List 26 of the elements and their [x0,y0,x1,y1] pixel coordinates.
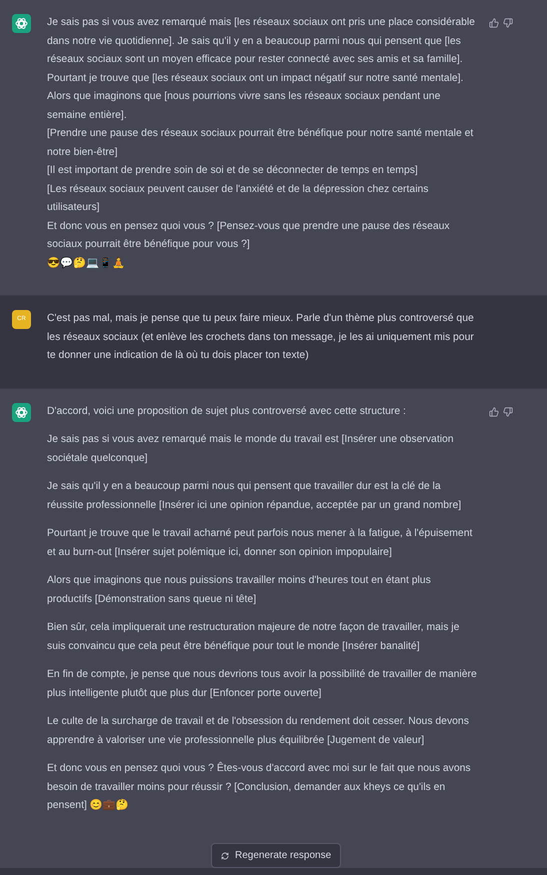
knot-logo-icon [15,17,28,30]
thumbs-down-icon[interactable] [503,18,513,28]
knot-logo-icon [15,406,28,418]
regenerate-response-button[interactable]: Regenerate response [211,843,342,868]
message-text: Alors que imaginons que nous puissions travailler moins d'heures tout en étant plus productifs [Démonstration sans queue ni tête] [47,574,432,606]
message-text: [Il est important de prendre soin de soi et de se déconnecter de temps en temps] [47,164,419,178]
thumbs-up-icon[interactable] [489,18,499,28]
message-text: Bien sûr, cela impliquerait une restructuration majeure de notre façon de travailler, mais je suis convaincu que cela peut être bénéfique pour tout le monde [Insérer banalité] [47,621,460,654]
message-text: Pourtant je trouve que le travail acharné peut parfois nous mener à la fatigue, à l'épuisement et au burn-out [Insérer sujet polémique ici, donner son opinion impopulaire] [47,527,474,560]
message-text: 😎💬🤔💻📱🧘 [47,256,126,270]
thumbs-up-icon[interactable] [489,406,499,416]
thumbs-down-icon[interactable] [503,406,513,416]
message-text: En fin de compte, je pense que nous devrions tous avoir la possibilité de travailler de manière plus intelligente plutôt que plus dur [Enfoncer porte ouverte] [47,668,477,700]
message-text: Et donc vous en pensez quoi vous ? [Pensez-vous que prendre une pause des réseaux sociaux pourrait être bénéfique pour vous ?] [47,220,451,252]
message-text: Je sais pas si vous avez remarqué mais [les réseaux sociaux ont pris une place considérable dans notre vie quotidienne]. Je sais qu'il y en a beaucoup parmi nous qui pensent que [les réseaux sociaux sont un moyen efficace pour rester connecté avec ses amis et sa famille]. [47,16,476,67]
message-text: [Les réseaux sociaux peuvent causer de l'anxiété et de la dépression chez certains utilisateurs] [47,182,430,215]
message-text: Alors que imaginons que [nous pourrions vivre sans les réseaux sociaux pendant une semaine entière]. [47,90,442,122]
message-text: Pourtant je trouve que [les réseaux sociaux ont un impact négatif sur notre santé mentale]. [47,72,464,86]
message-text: Le culte de la surcharge de travail et de l'obsession du rendement doit cesser. Nous devons apprendre à valoriser une vie professionnelle plus équilibrée [Jugement de valeur] [47,715,470,748]
message-text: Je sais qu'il y en a beaucoup parmi nous qui pensent que travailler dur est la clé de la réussite professionnelle [Insérer ici une opinion répandue, acceptée par un grand nombre] [47,480,462,512]
refresh-icon [221,852,229,860]
message-text: D'accord, voici une proposition de sujet plus controversé avec cette structure : [47,404,407,418]
message-text: Je sais pas si vous avez remarqué mais le monde du travail est [Insérer une observation sociétale quelconque] [47,433,455,466]
message-text: C'est pas mal, mais je pense que tu peux faire mieux. Parle d'un thème plus controversé que les réseaux sociaux (et enlève les crochets dans ton message, je les ai uniquement mis pour te donner une indication de là où tu dois placer ton texte) [47,312,475,363]
message-text: [Prendre une pause des réseaux sociaux pourrait être bénéfique pour notre santé mentale et notre bien-être] [47,127,474,160]
message-text: Et donc vous en pensez quoi vous ? Êtes-vous d'accord avec moi sur le fait que nous avons besoin de travailler moins pour réussir ? [Conclusion, demander aux kheys ce qu'ils en pensent] 😊💼🤔 [47,760,472,813]
